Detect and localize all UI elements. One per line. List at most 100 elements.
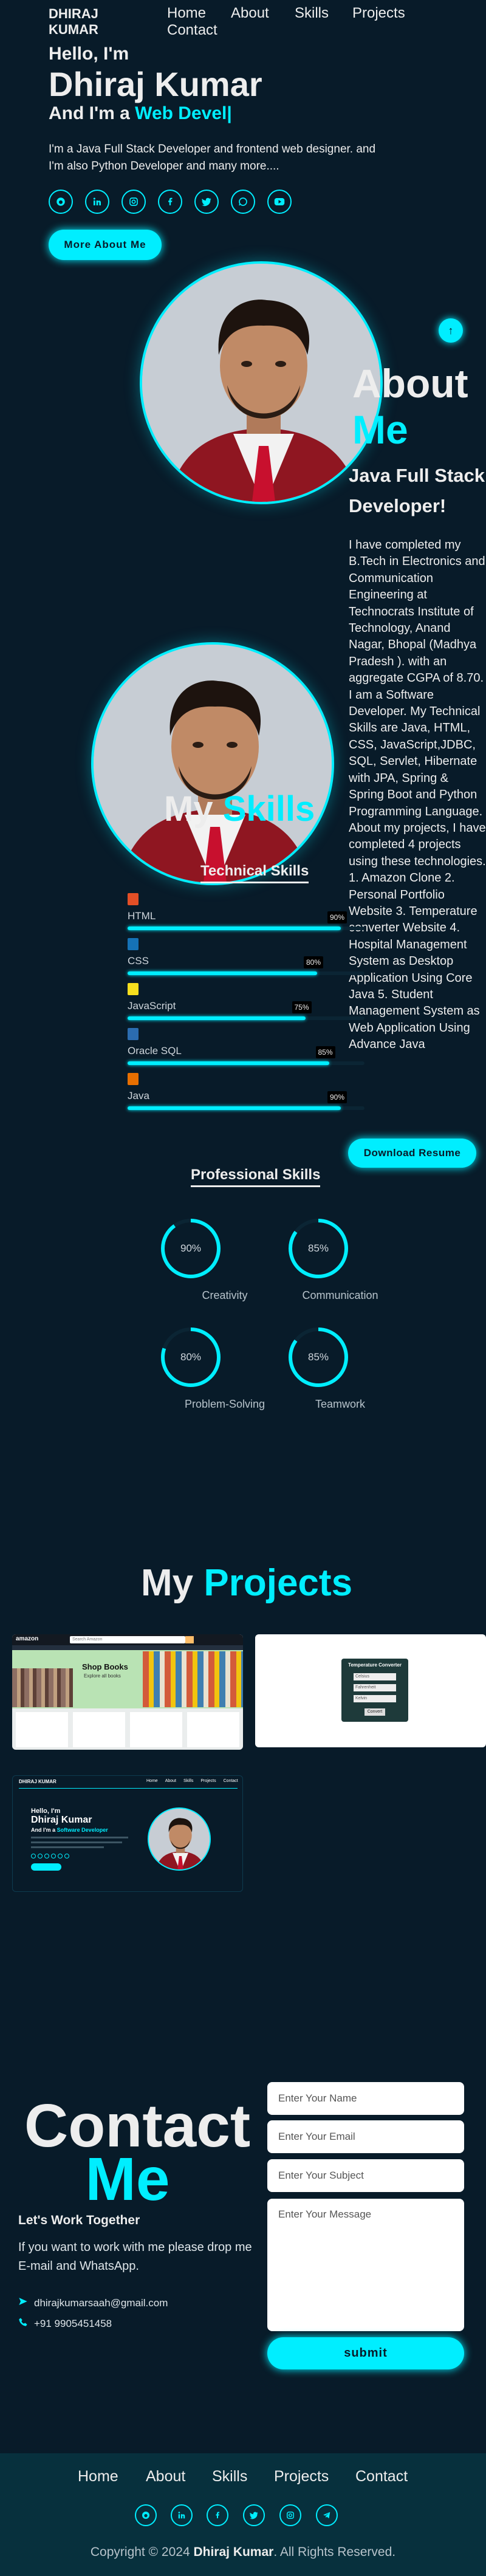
copyright-prefix: Copyright © 2024 (90, 2545, 190, 2559)
product-tile (187, 1712, 239, 1747)
copyright-name: Dhiraj Kumar (193, 2545, 274, 2559)
youtube-icon[interactable] (267, 190, 292, 214)
footer-nav-contact[interactable]: Contact (355, 2468, 408, 2485)
skill-name: Java (128, 1090, 149, 1101)
facebook-icon[interactable] (207, 2504, 228, 2526)
mini-profile-image (148, 1807, 211, 1871)
nav-home[interactable]: Home (167, 5, 206, 22)
scroll-top-button[interactable]: ↑ (439, 318, 463, 343)
home-role-line: And I'm a Web Devel| (49, 103, 232, 124)
skills-title: My Skills (164, 789, 315, 829)
mini-text-line (31, 1837, 128, 1838)
about-subtitle: Java Full Stack Developer! (349, 465, 485, 516)
logo[interactable]: DHIRAJ KUMAR (49, 6, 115, 38)
linkedin-icon[interactable] (171, 2504, 193, 2526)
projects-title: My Projects (141, 1561, 352, 1605)
mini-nav-skills: Skills (183, 1779, 194, 1783)
skill-circle-percent: 85% (307, 1242, 329, 1254)
search-icon (185, 1636, 194, 1643)
contact-email[interactable]: dhirajkumarsaah@gmail.com (34, 2297, 168, 2309)
typed-role: Web Devel| (135, 103, 232, 123)
home-intro: I'm a Java Full Stack Developer and fron… (49, 143, 376, 173)
mini-name: Dhiraj Kumar (31, 1815, 92, 1825)
skill-circle-percent: 90% (180, 1242, 202, 1254)
about-profile-image (91, 642, 334, 885)
site-footer: Home About Skills Projects Contact Copyr… (0, 2453, 486, 2576)
skill-circle-percent: 80% (180, 1351, 202, 1363)
celsius-input: Celsius (354, 1673, 396, 1680)
message-textarea[interactable] (267, 2199, 464, 2331)
submit-button[interactable]: submit (267, 2337, 464, 2369)
mini-text-line (31, 1846, 104, 1848)
amazon-subnav (12, 1645, 243, 1650)
facebook-icon[interactable] (158, 190, 182, 214)
name-input[interactable] (267, 2082, 464, 2115)
skills-title-2: Skills (222, 789, 315, 829)
twitter-icon[interactable] (243, 2504, 265, 2526)
product-tile (16, 1712, 68, 1747)
amazon-logo: amazon (16, 1636, 39, 1642)
about-text: I have completed my B.Tech in Electronic… (349, 538, 486, 1052)
footer-nav-about[interactable]: About (146, 2468, 185, 2485)
nav-contact[interactable]: Contact (167, 22, 217, 39)
send-icon (18, 2297, 28, 2309)
skill-percent: 90% (327, 1091, 347, 1103)
skill-bar-fill (128, 1106, 341, 1110)
skill-circle-label: Communication (302, 1289, 378, 1301)
copyright-suffix: . All Rights Reserved. (273, 2545, 396, 2559)
subject-input[interactable] (267, 2159, 464, 2192)
mini-socials (31, 1854, 80, 1858)
contact-email-row: dhirajkumarsaah@gmail.com (18, 2297, 168, 2309)
technical-skills-title: Technical Skills (200, 863, 309, 883)
fahrenheit-input: Fahrenheit (354, 1684, 396, 1691)
skill-name: Oracle SQL (128, 1045, 182, 1057)
github-icon[interactable] (49, 190, 73, 214)
footer-nav-home[interactable]: Home (78, 2468, 118, 2485)
skill-circle-label: Problem-Solving (184, 1398, 265, 1410)
home-greeting: Hello, I'm (49, 44, 129, 64)
footer-nav-skills[interactable]: Skills (212, 2468, 247, 2485)
footer-nav-projects[interactable]: Projects (274, 2468, 329, 2485)
nav-skills[interactable]: Skills (295, 5, 329, 22)
kelvin-input: Kelvin (354, 1695, 396, 1702)
contact-phone[interactable]: +91 9905451458 (34, 2318, 112, 2330)
mini-divider (19, 1788, 238, 1789)
download-resume-button[interactable]: Download Resume (348, 1139, 476, 1168)
project-card-portfolio[interactable]: DHIRAJ KUMAR Home About Skills Projects … (12, 1775, 243, 1892)
projects-title-2: Projects (204, 1562, 353, 1604)
skill-name: HTML (128, 910, 156, 922)
mini-nav-home: Home (146, 1779, 158, 1783)
skill-name: JavaScript (128, 1000, 176, 1012)
whatsapp-icon[interactable] (231, 190, 255, 214)
telegram-icon[interactable] (316, 2504, 338, 2526)
linkedin-icon[interactable] (85, 190, 109, 214)
skill-bar-fill (128, 1016, 306, 1020)
instagram-icon[interactable] (279, 2504, 301, 2526)
copyright: Copyright © 2024 Dhiraj Kumar. All Right… (0, 2545, 486, 2560)
instagram-icon[interactable] (122, 190, 146, 214)
github-icon[interactable] (135, 2504, 157, 2526)
nav-projects[interactable]: Projects (352, 5, 405, 22)
banner-subtitle: Explore all books (84, 1673, 121, 1679)
project-card-temperature-converter[interactable]: Temperature Converter Celsius Fahrenheit… (255, 1634, 486, 1747)
mini-text-line (31, 1841, 122, 1843)
banner-title: Shop Books (82, 1662, 128, 1671)
convert-button: Convert (364, 1708, 385, 1716)
site-header: DHIRAJ KUMAR Home About Skills Projects … (0, 0, 486, 43)
amazon-search-input: Search Amazon (70, 1636, 185, 1643)
bookshelf-image (12, 1668, 73, 1707)
contact-subtitle: Let's Work Together (18, 2213, 140, 2227)
home-profile-image (140, 261, 383, 504)
mini-nav-about: About (165, 1779, 176, 1783)
mini-role-value: Software Developer (56, 1827, 108, 1833)
project-card-amazon-clone[interactable]: amazon Search Amazon Shop Books Explore … (12, 1634, 243, 1750)
css3-icon (128, 938, 139, 950)
nav-about[interactable]: About (231, 5, 269, 22)
skills-title-1: My (164, 789, 213, 829)
projects-title-1: My (141, 1562, 194, 1604)
more-about-me-button[interactable]: More About Me (49, 230, 162, 260)
twitter-icon[interactable] (194, 190, 219, 214)
skill-percent: 85% (315, 1046, 335, 1058)
email-input[interactable] (267, 2120, 464, 2153)
product-tile (73, 1712, 125, 1747)
